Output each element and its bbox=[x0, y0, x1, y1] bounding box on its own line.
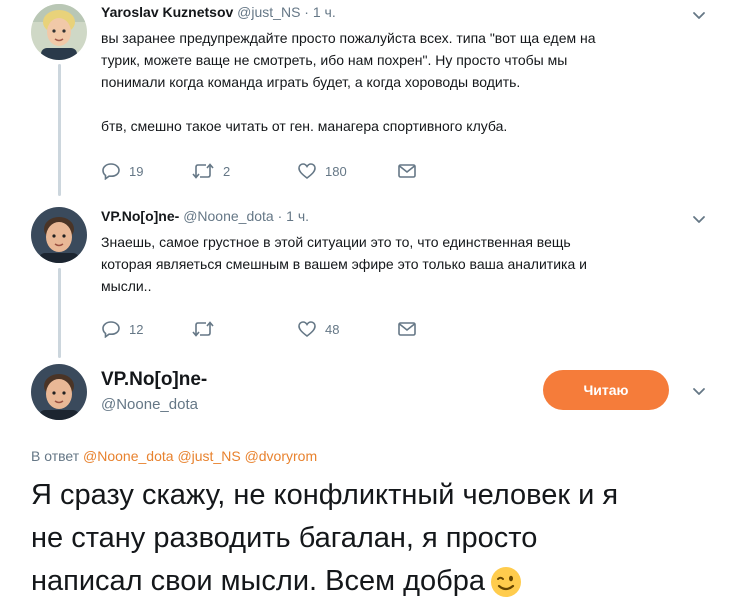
like-count: 180 bbox=[325, 163, 347, 179]
dm-button[interactable] bbox=[397, 321, 417, 337]
reply-icon bbox=[102, 163, 120, 180]
retweet-button[interactable] bbox=[191, 320, 223, 338]
follow-button[interactable]: Читаю bbox=[543, 370, 669, 410]
main-tweet-text: Я сразу скажу, не конфликтный человек и … bbox=[31, 474, 711, 603]
author-handle[interactable]: @just_NS bbox=[237, 4, 300, 20]
like-button[interactable]: 180 bbox=[297, 162, 347, 180]
main-author-handle[interactable]: @Noone_dota bbox=[101, 396, 198, 413]
separator-dot: · bbox=[304, 4, 309, 20]
reply-button[interactable]: 19 bbox=[101, 162, 143, 180]
mention-link[interactable]: @dvoryrom bbox=[245, 448, 318, 464]
text-line: которая являеться смешным в вашем эфире … bbox=[101, 256, 587, 272]
author-handle[interactable]: @Noone_dota bbox=[183, 208, 274, 224]
retweet-icon bbox=[192, 163, 214, 179]
tweet-actions: 12 48 bbox=[101, 318, 501, 340]
text-line: вы заранее предупреждайте просто пожалуй… bbox=[101, 30, 596, 46]
text-line: бтв, смешно такое читать от ген. манагер… bbox=[101, 118, 508, 134]
envelope-icon bbox=[398, 164, 416, 178]
heart-icon bbox=[298, 163, 316, 180]
retweet-icon bbox=[192, 321, 214, 337]
main-author-name[interactable]: VP.No[o]ne- bbox=[101, 369, 207, 391]
author-name[interactable]: VP.No[o]ne- bbox=[101, 208, 179, 224]
text-line-with-emoji: написал свои мысли. Всем добра bbox=[31, 560, 711, 603]
text-line: турик, можете ваще не смотреть, ибо нам … bbox=[101, 52, 568, 68]
retweet-button[interactable]: 2 bbox=[191, 162, 230, 180]
separator-dot: · bbox=[277, 208, 283, 224]
tweet-text: вы заранее предупреждайте просто пожалуй… bbox=[101, 27, 691, 137]
text-line: Знаешь, самое грустное в этой ситуации э… bbox=[101, 234, 571, 250]
heart-icon bbox=[298, 321, 316, 338]
text-line: мысли.. bbox=[101, 278, 152, 294]
mention-link[interactable]: @Noone_dota bbox=[83, 448, 174, 464]
reply-count: 19 bbox=[129, 163, 144, 179]
thread-line bbox=[58, 64, 61, 196]
retweet-count: 2 bbox=[223, 163, 231, 179]
winking-face-icon bbox=[491, 567, 522, 598]
chevron-down-icon[interactable] bbox=[690, 382, 708, 400]
reply-context: В ответ @Noone_dota @just_NS @dvoryrom bbox=[31, 448, 317, 464]
main-avatar[interactable] bbox=[31, 364, 87, 420]
mention-link[interactable]: @just_NS bbox=[177, 448, 240, 464]
dm-button[interactable] bbox=[397, 163, 417, 179]
envelope-icon bbox=[398, 322, 416, 336]
timestamp[interactable]: 1 ч. bbox=[313, 4, 336, 20]
text-line: понимали когда команда играть будет, а к… bbox=[101, 74, 521, 90]
text-line: написал свои мысли. Всем добра bbox=[31, 565, 486, 597]
tweet-header: Yaroslav Kuznetsov @just_NS · 1 ч. bbox=[101, 4, 336, 20]
like-button[interactable]: 48 bbox=[297, 320, 339, 338]
tweet-text: Знаешь, самое грустное в этой ситуации э… bbox=[101, 231, 691, 297]
avatar[interactable] bbox=[31, 207, 87, 263]
thread-line bbox=[58, 268, 61, 358]
text-line: Я сразу скажу, не конфликтный человек и … bbox=[31, 479, 619, 511]
timestamp[interactable]: 1 ч. bbox=[286, 208, 309, 224]
reply-button[interactable]: 12 bbox=[101, 320, 143, 338]
text-line: не стану разводить багалан, я просто bbox=[31, 522, 538, 554]
avatar[interactable] bbox=[31, 4, 87, 60]
author-name[interactable]: Yaroslav Kuznetsov bbox=[101, 4, 233, 20]
tweet-actions: 19 2 180 bbox=[101, 160, 501, 182]
tweet-header: VP.No[o]ne- @Noone_dota · 1 ч. bbox=[101, 208, 309, 224]
reply-icon bbox=[102, 321, 120, 338]
text-line bbox=[101, 93, 691, 115]
reply-count: 12 bbox=[129, 321, 144, 337]
like-count: 48 bbox=[325, 321, 340, 337]
chevron-down-icon[interactable] bbox=[690, 210, 708, 228]
reply-prefix: В ответ bbox=[31, 448, 80, 464]
chevron-down-icon[interactable] bbox=[690, 6, 708, 24]
